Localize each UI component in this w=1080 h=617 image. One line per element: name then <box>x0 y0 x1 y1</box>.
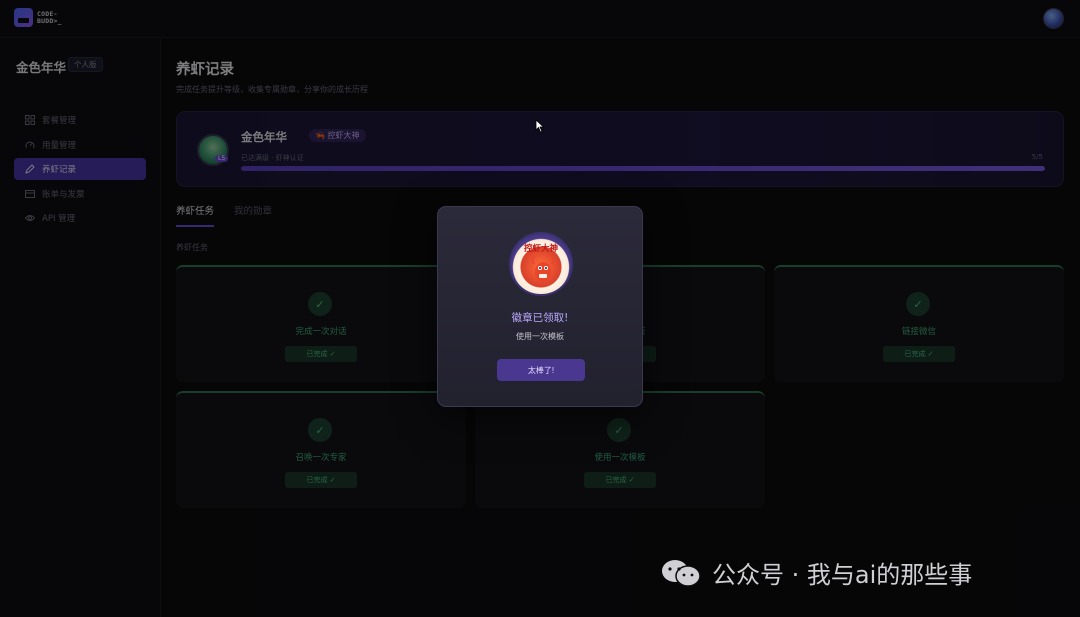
watermark: 公众号 · 我与ai的那些事 <box>660 555 972 590</box>
badge-claimed-modal: 控虾大神 徽章已领取! 使用一次模板 太棒了! <box>437 206 643 407</box>
badge-image: 控虾大神 <box>509 232 573 296</box>
wechat-icon <box>662 559 701 587</box>
mouse-cursor-icon <box>535 119 545 133</box>
shrimp-mascot-icon <box>531 256 555 282</box>
confirm-button[interactable]: 太棒了! <box>497 359 585 381</box>
badge-label: 控虾大神 <box>523 244 558 254</box>
modal-subtitle: 使用一次模板 <box>516 332 564 341</box>
watermark-text: 公众号 · 我与ai的那些事 <box>712 561 973 589</box>
modal-title: 徽章已领取! <box>511 312 569 324</box>
